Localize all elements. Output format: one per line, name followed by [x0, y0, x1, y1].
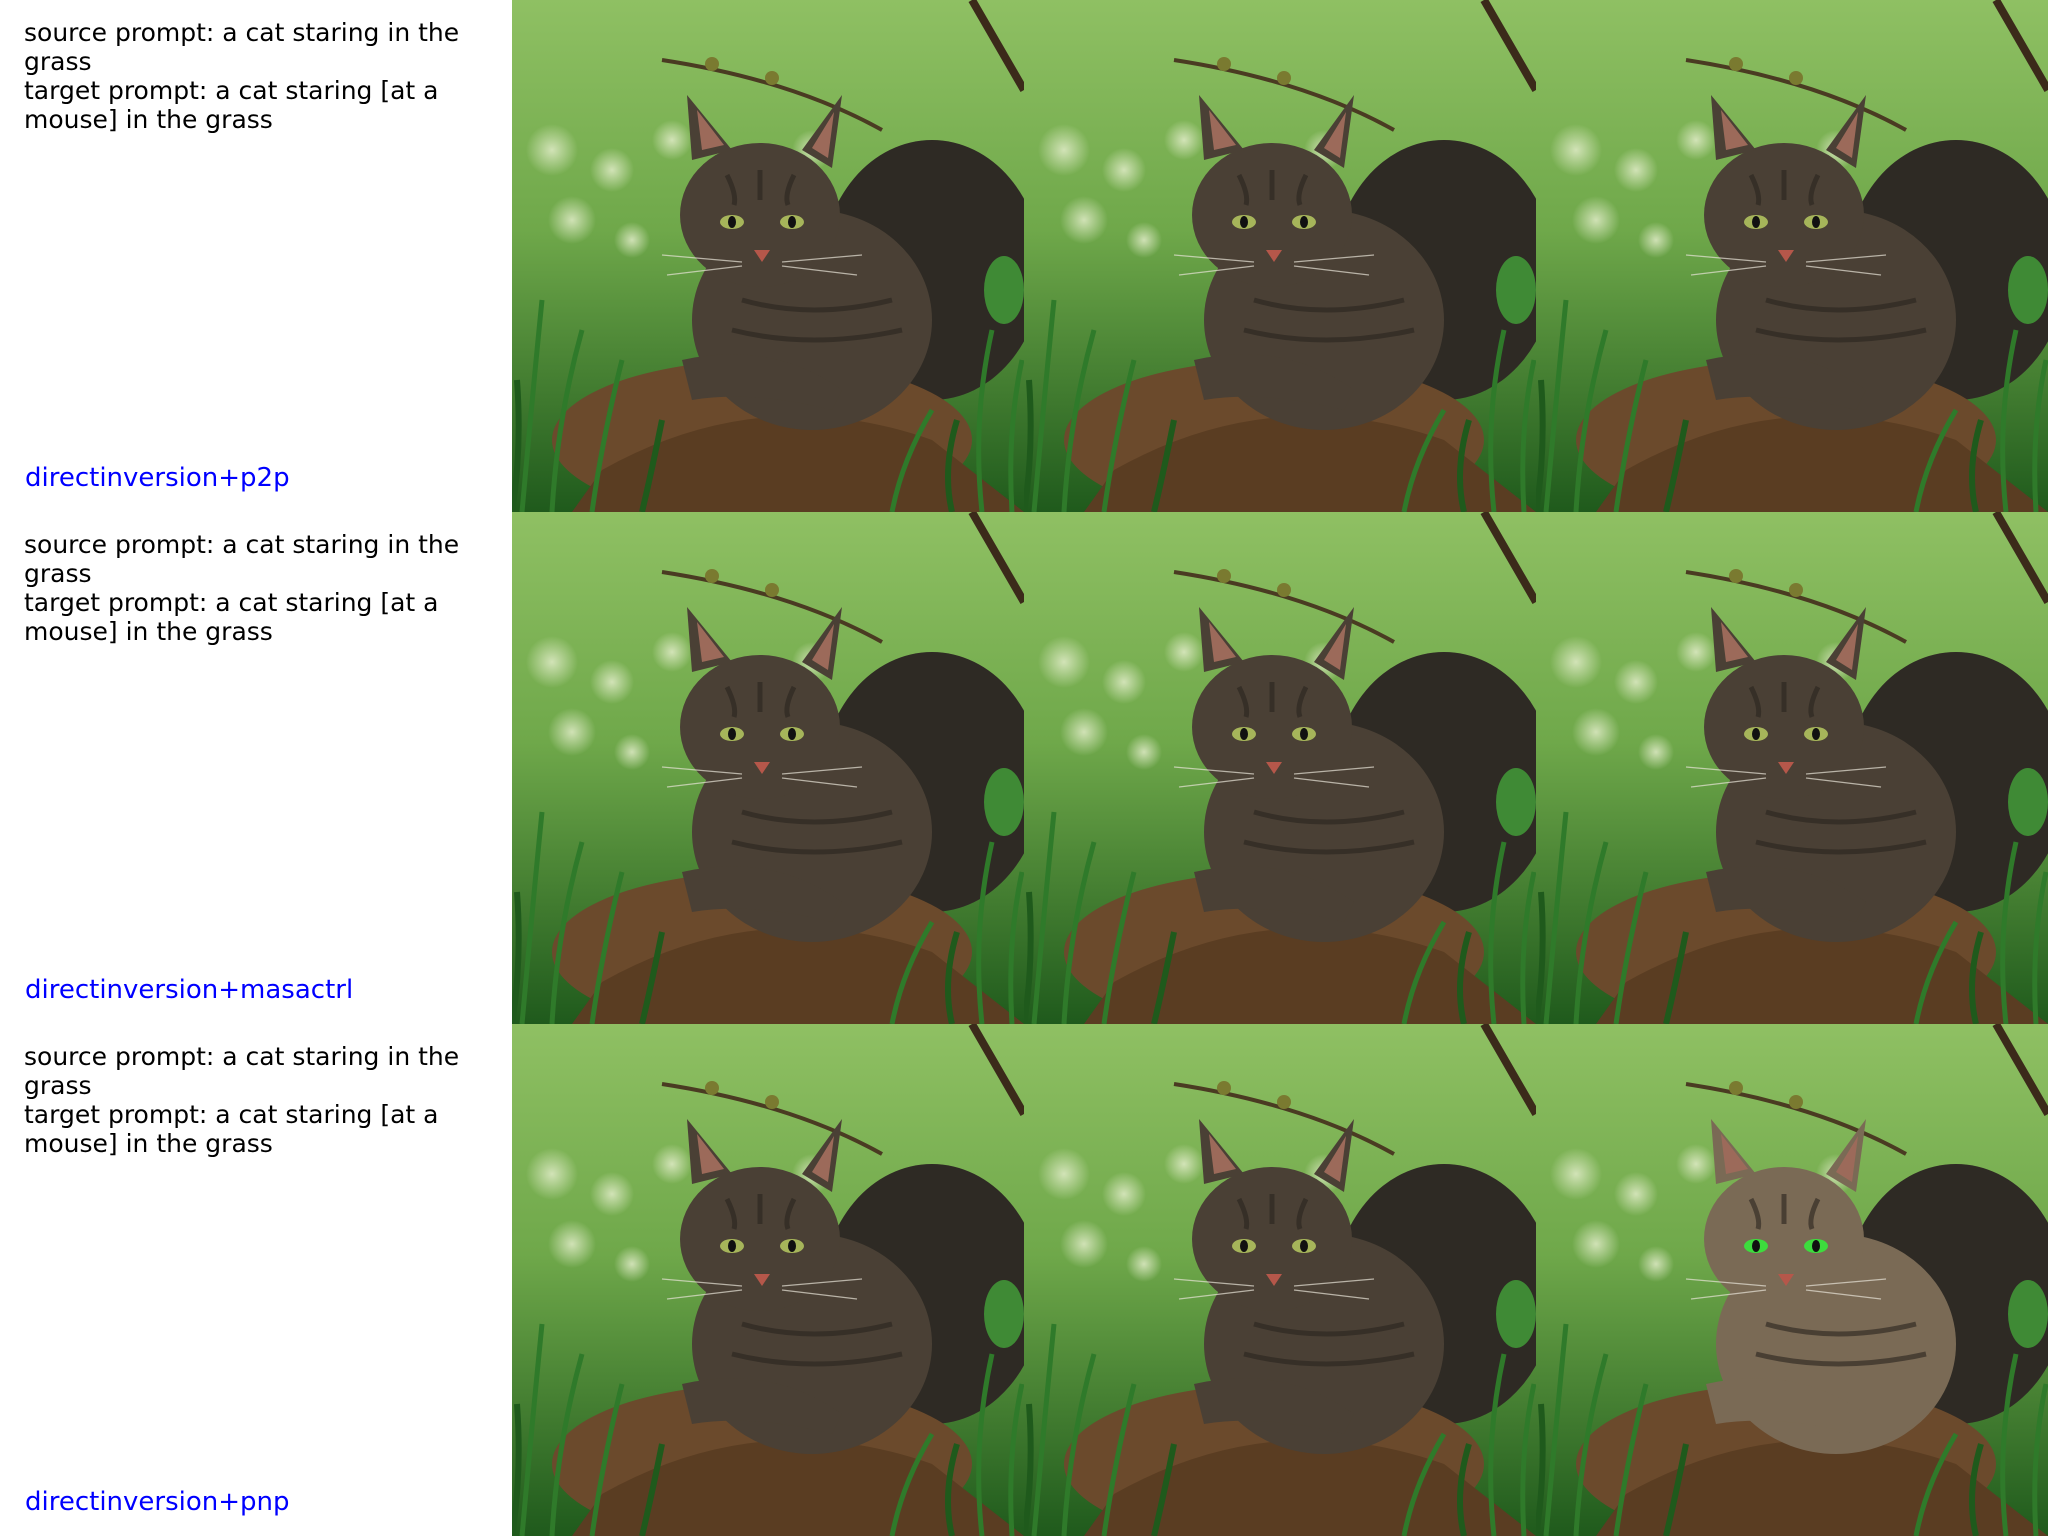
- row-label-panel: source prompt: a cat staring in the gras…: [0, 1024, 512, 1536]
- source-image: [512, 1024, 1024, 1536]
- source-prompt: source prompt: a cat staring in the gras…: [24, 1042, 460, 1100]
- row-label-panel: source prompt: a cat staring in the gras…: [0, 512, 512, 1024]
- comparison-grid: source prompt: a cat staring in the gras…: [0, 0, 2048, 1536]
- edited-image: [1536, 1024, 2048, 1536]
- edited-image: [1536, 512, 2048, 1024]
- source-image: [512, 512, 1024, 1024]
- prompt-text: source prompt: a cat staring in the gras…: [24, 18, 474, 134]
- result-row: source prompt: a cat staring in the gras…: [0, 0, 2048, 512]
- result-row: source prompt: a cat staring in the gras…: [0, 512, 2048, 1024]
- target-prompt: target prompt: a cat staring [at a mouse…: [24, 1100, 439, 1158]
- source-image: [512, 0, 1024, 512]
- edited-image: [1536, 0, 2048, 512]
- reconstruction-image: [1024, 1024, 1536, 1536]
- result-row: source prompt: a cat staring in the gras…: [0, 1024, 2048, 1536]
- reconstruction-image: [1024, 0, 1536, 512]
- target-prompt: target prompt: a cat staring [at a mouse…: [24, 76, 439, 134]
- target-prompt: target prompt: a cat staring [at a mouse…: [24, 588, 439, 646]
- method-label: directinversion+pnp: [25, 1487, 290, 1517]
- reconstruction-image: [1024, 512, 1536, 1024]
- method-label: directinversion+p2p: [25, 463, 290, 493]
- source-prompt: source prompt: a cat staring in the gras…: [24, 530, 460, 588]
- source-prompt: source prompt: a cat staring in the gras…: [24, 18, 460, 76]
- method-label: directinversion+masactrl: [25, 975, 354, 1005]
- prompt-text: source prompt: a cat staring in the gras…: [24, 530, 474, 646]
- row-label-panel: source prompt: a cat staring in the gras…: [0, 0, 512, 512]
- prompt-text: source prompt: a cat staring in the gras…: [24, 1042, 474, 1158]
